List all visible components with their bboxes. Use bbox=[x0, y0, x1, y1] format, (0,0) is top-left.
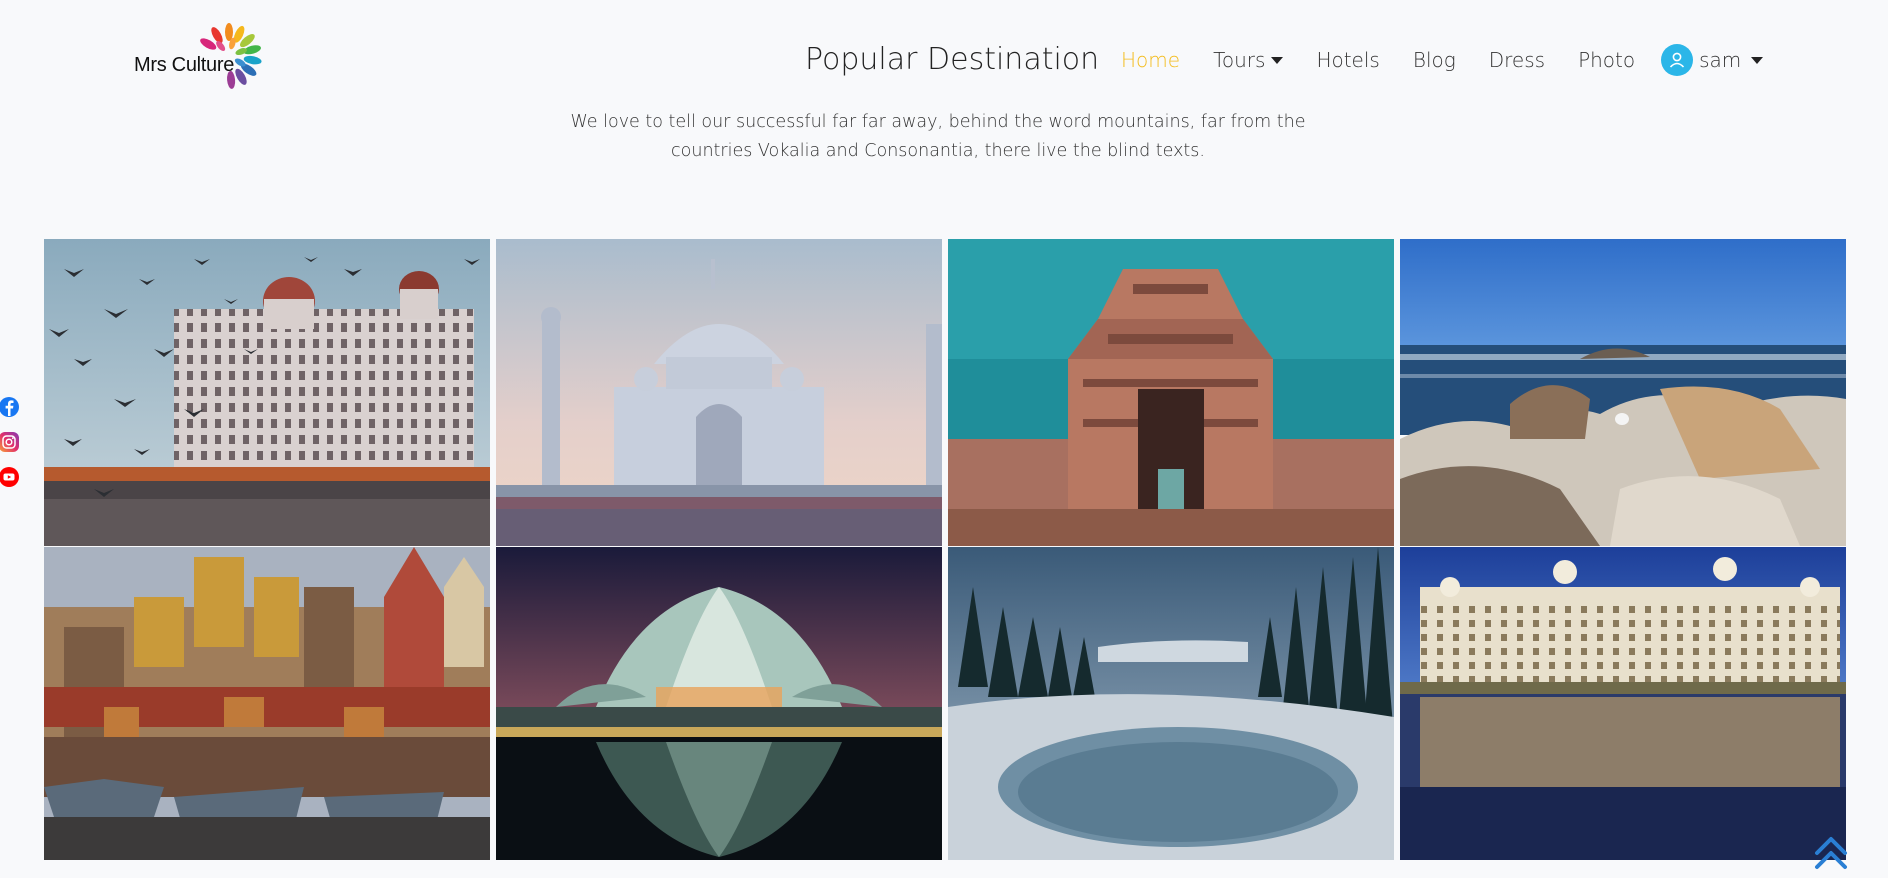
section-subtitle: We love to tell our successful far far a… bbox=[560, 108, 1316, 166]
main-nav: Home Tours Hotels Blog Dress Photo sam bbox=[1121, 44, 1764, 76]
caret-down-icon bbox=[1271, 56, 1284, 64]
nav-dress-label: Dress bbox=[1488, 48, 1546, 72]
subtitle-line-2: countries Vokalia and Consonantia, there… bbox=[671, 141, 1205, 161]
user-avatar-icon bbox=[1661, 44, 1694, 76]
photo-riverside-ghats[interactable] bbox=[44, 547, 490, 860]
youtube-icon[interactable] bbox=[0, 466, 20, 488]
nav-hotels-label: Hotels bbox=[1316, 48, 1380, 72]
page-title: Popular Destination bbox=[805, 42, 1100, 77]
caret-down-icon bbox=[1751, 56, 1764, 64]
scroll-top-button[interactable] bbox=[1814, 833, 1848, 873]
nav-tours[interactable]: Tours bbox=[1213, 48, 1284, 72]
destination-gallery bbox=[44, 239, 1847, 860]
nav-blog[interactable]: Blog bbox=[1413, 48, 1456, 72]
photo-palace-hotel-birds[interactable] bbox=[44, 239, 490, 546]
photo-white-domed-mausoleum[interactable] bbox=[496, 239, 942, 546]
photo-stone-temple-gopuram[interactable] bbox=[948, 239, 1394, 546]
nav-hotels[interactable]: Hotels bbox=[1316, 48, 1379, 72]
photo-snowy-forest-lake[interactable] bbox=[948, 547, 1394, 860]
photo-lotus-shaped-temple-night[interactable] bbox=[496, 547, 942, 860]
double-chevron-up-icon bbox=[1815, 837, 1847, 869]
subtitle-line-1: We love to tell our successful far far a… bbox=[570, 112, 1306, 132]
photo-lakeside-palace[interactable] bbox=[1400, 547, 1846, 860]
nav-home-label: Home bbox=[1121, 48, 1181, 72]
facebook-icon[interactable] bbox=[0, 396, 20, 418]
nav-photo[interactable]: Photo bbox=[1578, 48, 1635, 72]
user-name: sam bbox=[1699, 48, 1742, 72]
nav-dress[interactable]: Dress bbox=[1489, 48, 1545, 72]
photo-rocky-seashore[interactable] bbox=[1400, 239, 1846, 546]
nav-tours-label: Tours bbox=[1213, 48, 1266, 72]
instagram-icon[interactable] bbox=[0, 431, 20, 453]
nav-blog-label: Blog bbox=[1412, 48, 1456, 72]
nav-photo-label: Photo bbox=[1578, 48, 1636, 72]
nav-home[interactable]: Home bbox=[1121, 48, 1180, 72]
brand-name: Mrs Culture bbox=[134, 54, 235, 76]
user-menu[interactable]: sam bbox=[1661, 44, 1764, 76]
brand-logo[interactable]: Mrs Culture bbox=[134, 20, 270, 96]
